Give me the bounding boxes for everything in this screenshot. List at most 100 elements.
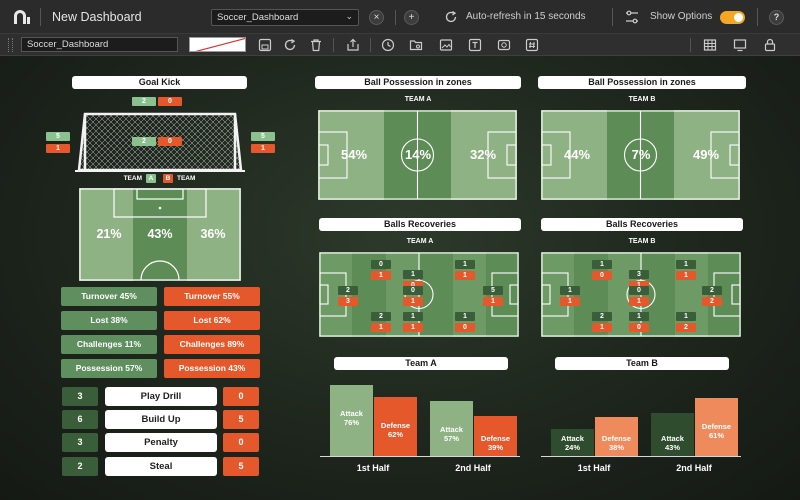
bar-series-label: Defense: [601, 434, 632, 443]
recovery-a-marker-6-count: 5: [483, 286, 503, 295]
stat-challenges-b: Challenges 89%: [164, 335, 260, 354]
share-icon[interactable]: [346, 38, 360, 52]
image-icon[interactable]: [439, 38, 453, 52]
text-icon[interactable]: [468, 38, 482, 52]
stat-challenges-a: Challenges 11%: [61, 335, 157, 354]
stat-turnover-a: Turnover 45%: [61, 287, 157, 306]
dashboard-select[interactable]: Soccer_Dashboard ⌄: [211, 9, 359, 26]
divider: [690, 38, 691, 52]
bar-value-label: 38%: [608, 443, 624, 452]
recoveries-a-team: TEAM A: [406, 238, 434, 245]
team-b-tag: B: [163, 174, 173, 183]
possession-b-title: Ball Possession in zones: [538, 76, 746, 89]
goal-zone-center-pct: 43%: [147, 227, 173, 241]
recovery-a-marker-1-opp: 1: [371, 271, 391, 280]
possession-b-zone-3: 49%: [692, 147, 720, 162]
stat-turnover-b: Turnover 55%: [164, 287, 260, 306]
drag-handle-icon[interactable]: [8, 38, 13, 52]
chart-a-title: Team A: [334, 357, 508, 370]
team-label-left: TEAM: [123, 175, 142, 182]
toolbar: Soccer_Dashboard: [0, 34, 800, 56]
chart-b-title: Team B: [555, 357, 729, 370]
screen-icon[interactable]: [733, 38, 747, 52]
goal-top-b-badge: 0: [158, 97, 182, 106]
recovery-b-marker-4-count: 1: [560, 286, 580, 295]
bar-series-label: Attack: [561, 434, 584, 443]
recovery-b-marker-9-count: 1: [676, 312, 696, 321]
recovery-b-marker-7-opp: 1: [592, 323, 612, 332]
window-title: New Dashboard: [52, 10, 142, 24]
drill-play-button[interactable]: Play Drill: [105, 387, 217, 406]
chart-1-bar-defense-1: Defense 62%: [374, 397, 417, 456]
bar-value-label: 62%: [387, 430, 403, 439]
folder-settings-icon[interactable]: [409, 38, 423, 52]
divider: [757, 8, 758, 26]
goal-field: 21% 43% 36%: [79, 188, 241, 281]
help-icon[interactable]: ?: [769, 10, 784, 25]
possession-a-team: TEAM A: [404, 96, 432, 103]
recovery-a-marker-2-count: 1: [403, 270, 423, 279]
bar-series-label: Attack: [340, 409, 363, 418]
chart-2-axis: [541, 456, 741, 457]
trash-icon[interactable]: [309, 38, 323, 52]
drill-penalty-b: 0: [223, 433, 259, 452]
possession-b-zone-2: 7%: [631, 147, 651, 162]
drill-penalty-button[interactable]: Penalty: [105, 433, 217, 452]
clock-icon[interactable]: [381, 38, 395, 52]
chart-2-bar-defense-2: Defense 61%: [695, 398, 738, 456]
drill-steal-b: 5: [223, 457, 259, 476]
recoveries-a-title: Balls Recoveries: [319, 218, 521, 231]
drill-play-a: 3: [62, 387, 98, 406]
stat-possession-b: Possession 43%: [164, 359, 260, 378]
hashtag-icon[interactable]: [525, 38, 539, 52]
recovery-a-marker-5-opp: 1: [403, 297, 423, 306]
close-icon[interactable]: ×: [369, 10, 384, 25]
bar-value-label: 24%: [564, 443, 580, 452]
show-options-toggle[interactable]: [720, 11, 745, 24]
goal-kick-title: Goal Kick: [72, 76, 247, 89]
bar-value-label: 39%: [487, 443, 503, 452]
recovery-b-marker-1-count: 1: [592, 260, 612, 269]
reload-icon[interactable]: [283, 38, 297, 52]
possession-a-title: Ball Possession in zones: [315, 76, 521, 89]
color-swatch[interactable]: [189, 37, 246, 52]
camera-icon[interactable]: [497, 38, 511, 52]
add-icon[interactable]: +: [404, 10, 419, 25]
save-icon[interactable]: [258, 38, 272, 52]
toggle-knob: [734, 13, 743, 22]
recoveries-b-team: TEAM B: [628, 238, 656, 245]
stat-possession-a: Possession 57%: [61, 359, 157, 378]
chart-1-bar-attack-1: Attack 76%: [330, 385, 373, 456]
goal-zone-right-pct: 36%: [200, 227, 226, 241]
chevron-down-icon: ⌄: [345, 11, 353, 21]
possession-b-team: TEAM B: [628, 96, 656, 103]
bar-value-label: 76%: [343, 418, 359, 427]
team-a-tag: A: [146, 174, 156, 183]
stat-lost-b: Lost 62%: [164, 311, 260, 330]
goal-left-a-badge: 5: [46, 132, 70, 141]
drill-buildup-b: 5: [223, 410, 259, 429]
possession-a-zone-1: 54%: [340, 147, 368, 162]
goal-zone-left-pct: 21%: [96, 227, 122, 241]
chart-1-bar-attack-2: Attack 57%: [430, 401, 473, 456]
chart-1-category-2: 2nd Half: [455, 463, 491, 473]
drill-buildup-button[interactable]: Build Up: [105, 410, 217, 429]
auto-refresh-text: Auto-refresh in 15 seconds: [466, 11, 586, 22]
drill-steal-button[interactable]: Steal: [105, 457, 217, 476]
divider: [40, 8, 41, 26]
team-label-right: TEAM: [177, 175, 196, 182]
refresh-icon[interactable]: [444, 10, 458, 24]
show-options-label: Show Options: [650, 11, 713, 22]
lock-icon[interactable]: [763, 38, 777, 52]
bar-value-label: 61%: [708, 431, 724, 440]
dashboard-name-input[interactable]: Soccer_Dashboard: [21, 37, 178, 52]
options-icon[interactable]: [625, 10, 639, 24]
recovery-b-marker-3-opp: 1: [676, 271, 696, 280]
grid-icon[interactable]: [703, 38, 717, 52]
recovery-a-marker-6-opp: 1: [483, 297, 503, 306]
chart-2-bar-attack-2: Attack 43%: [651, 413, 694, 456]
goal-top-a-badge: 2: [132, 97, 156, 106]
recovery-b-marker-3-count: 1: [676, 260, 696, 269]
no-color-icon: [195, 38, 245, 51]
dashboard-canvas: Goal Kick 2 0 2 0 5 1 5 1 TEAM A B TEAM: [0, 56, 800, 500]
